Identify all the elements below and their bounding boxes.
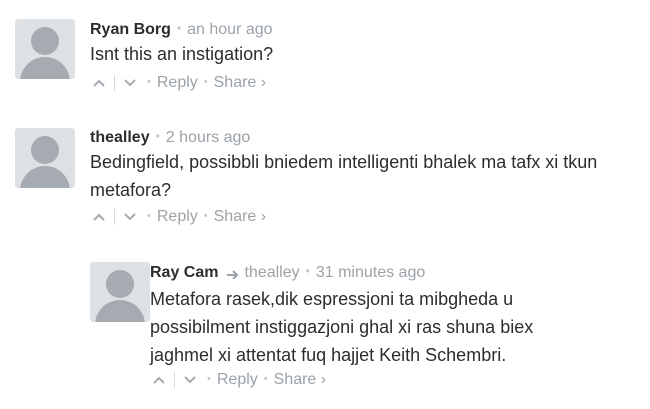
vote-divider [174,371,175,388]
comment-actions: • Reply • Share › [88,206,266,227]
avatar-shoulders [95,300,145,322]
downvote-button[interactable] [119,73,141,93]
comment: thealley • 2 hours ago Bedingfield, possib… [0,110,650,240]
comment-body: Metafora rasek,dik espressjoni ta mibghe… [150,289,534,365]
comment-timestamp[interactable]: 2 hours ago [166,129,251,146]
avatar-head [31,136,59,164]
bullet-separator: • [305,264,310,278]
downvote-button[interactable] [119,207,141,227]
vote-divider [114,208,115,225]
downvote-button[interactable] [179,370,201,390]
bullet-separator: • [263,373,268,385]
reply-button[interactable]: Reply [217,371,258,388]
bullet-separator: • [176,21,182,35]
bullet-separator: • [203,210,208,222]
comment-actions: • Reply • Share › [88,72,266,93]
comment-body: Bedingfield, possibbli bniedem intellige… [90,152,598,200]
comment-actions: • Reply • Share › [148,369,326,390]
avatar[interactable] [15,128,75,188]
chevron-down-icon [124,213,136,221]
share-button[interactable]: Share › [214,74,266,91]
share-button[interactable]: Share › [274,371,326,388]
reply-button[interactable]: Reply [157,208,198,225]
reply-comment: Ray Cam thealley • 31 minutes ago Metafora … [0,240,650,409]
avatar[interactable] [15,19,75,79]
comment-header: Ray Cam thealley • 31 minutes ago [150,261,425,283]
comment-author[interactable]: thealley [90,129,150,146]
avatar-shoulders [20,57,70,79]
bullet-separator: • [207,373,211,385]
comment: Ryan Borg • an hour ago Isnt this an insti… [0,0,650,110]
avatar-head [31,27,59,55]
bullet-separator: • [147,210,151,222]
bullet-separator: • [203,76,208,88]
reply-arrow-icon [226,264,240,281]
vote-divider [114,74,115,91]
chevron-down-icon [184,376,196,384]
chevron-up-icon [153,376,165,384]
chevron-up-icon [93,213,105,221]
reply-to-author[interactable]: thealley [244,264,299,281]
chevron-down-icon [124,79,136,87]
bullet-separator: • [147,76,151,88]
comment-body: Isnt this an instigation? [90,44,274,64]
bullet-separator: • [155,129,160,143]
upvote-button[interactable] [88,73,110,93]
comment-header: thealley • 2 hours ago [90,126,250,148]
chevron-up-icon [93,79,105,87]
reply-button[interactable]: Reply [157,74,198,91]
upvote-button[interactable] [148,370,170,390]
comment-timestamp[interactable]: an hour ago [187,21,272,38]
upvote-button[interactable] [88,207,110,227]
comment-author[interactable]: Ray Cam [150,264,218,281]
comment-timestamp[interactable]: 31 minutes ago [316,264,425,281]
comment-author[interactable]: Ryan Borg [90,21,171,38]
avatar[interactable] [90,262,150,322]
comment-header: Ryan Borg • an hour ago [90,18,273,40]
share-button[interactable]: Share › [214,208,266,225]
avatar-head [106,270,134,298]
avatar-shoulders [20,166,70,188]
